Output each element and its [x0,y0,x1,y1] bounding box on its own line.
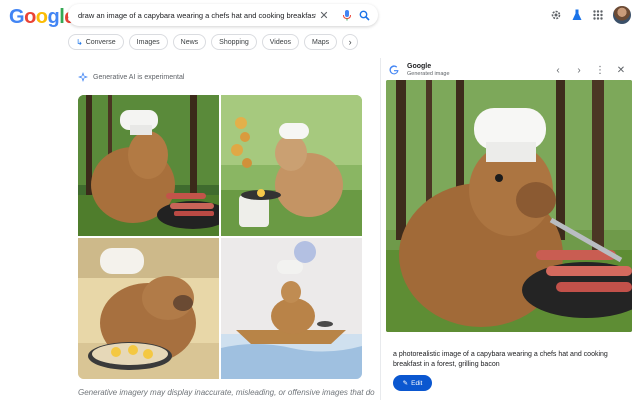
image-caption: a photorealistic image of a capybara wea… [393,351,608,368]
panel-source[interactable]: Google Generated image [389,63,450,77]
chip-videos[interactable]: Videos [261,34,300,50]
generated-image-4[interactable] [221,238,362,379]
generated-image-3[interactable] [78,238,219,379]
chevron-left-icon[interactable]: ‹ [552,64,564,76]
search-icon[interactable] [358,9,370,21]
source-subtitle: Generated image [407,71,450,77]
search-box[interactable]: draw an image of a capybara wearing a ch… [68,4,378,26]
generated-image-1[interactable] [78,95,219,236]
chip-label: Videos [269,38,292,46]
header: Google draw an image of a capybara weari… [0,0,640,58]
google-g-icon [389,65,399,75]
sparkle-icon [78,72,88,82]
edit-button[interactable]: ✎ Edit [393,375,432,391]
logo-letter: o [24,6,36,28]
search-chips: ↳ Converse Images News Shopping Videos Ma… [68,34,359,50]
ai-experimental-label: Generative AI is experimental [78,72,184,82]
close-icon[interactable]: ✕ [318,9,330,22]
logo-letter: g [47,6,60,28]
chip-label: News [180,38,199,46]
chip-label: Maps [312,38,330,46]
chip-label: Converse [85,38,116,46]
chip-maps[interactable]: Maps [304,34,338,50]
more-vert-icon[interactable]: ⋮ [594,64,606,76]
chip-label: Shopping [219,38,249,46]
results-area: Generative AI is experimental Generative… [0,58,380,400]
edit-label: Edit [411,379,423,387]
avatar[interactable] [613,6,631,24]
grid-icon[interactable] [591,8,605,22]
chip-shopping[interactable]: Shopping [211,34,257,50]
disclaimer-text: Generative imagery may display inaccurat… [78,388,375,397]
generated-image-2[interactable] [221,95,362,236]
chevron-right-icon[interactable]: › [573,64,585,76]
chip-images[interactable]: Images [128,34,168,50]
microphone-icon[interactable] [341,9,353,21]
ai-label-text: Generative AI is experimental [93,73,185,81]
source-name: Google [407,63,432,70]
flask-icon[interactable] [570,8,584,22]
chevron-right-icon[interactable]: › [342,34,359,50]
converse-icon: ↳ [76,37,83,47]
logo-letter: G [9,6,25,28]
generated-image-grid [78,95,362,379]
image-detail-panel: Google Generated image ‹ › ⋮ ✕ a photore… [380,58,640,400]
selected-generated-image[interactable] [386,80,632,332]
chip-converse[interactable]: ↳ Converse [68,34,124,50]
close-icon[interactable]: ✕ [615,64,627,76]
logo-letter: o [35,6,48,28]
search-input[interactable]: draw an image of a capybara wearing a ch… [78,11,316,20]
google-logo[interactable]: Google [9,6,75,29]
pencil-icon: ✎ [402,380,409,387]
chip-news[interactable]: News [172,34,207,50]
chip-label: Images [136,38,160,46]
gear-icon[interactable] [549,8,563,22]
